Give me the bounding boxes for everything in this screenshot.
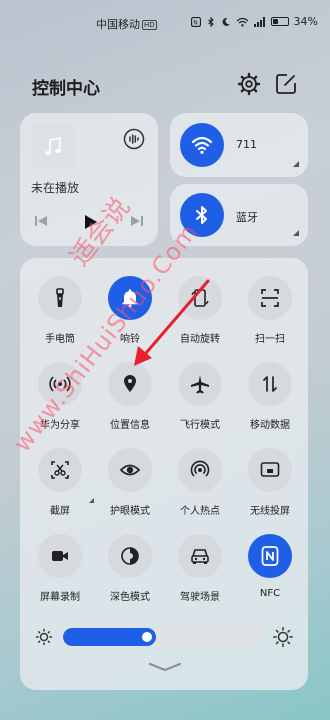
flashlight-icon xyxy=(56,288,64,307)
tile-toggle-button[interactable] xyxy=(38,276,82,320)
tile-toggle-button[interactable] xyxy=(108,448,152,492)
record-icon xyxy=(52,551,68,561)
tile-screenshot[interactable]: 截屏 xyxy=(22,448,94,518)
tile-toggle-button[interactable] xyxy=(38,534,82,578)
scan-icon xyxy=(261,289,279,307)
mobile-data-icon xyxy=(263,376,277,392)
wifi-network-name: 711 xyxy=(236,138,257,151)
hd-badge: HD xyxy=(142,20,157,30)
media-controls xyxy=(33,213,145,233)
tile-scan[interactable]: 扫一扫 xyxy=(232,276,302,346)
gear-icon[interactable] xyxy=(237,72,261,96)
nfc-icon: N xyxy=(190,16,201,27)
tile-label: 飞行模式 xyxy=(180,420,220,431)
brightness-slider[interactable] xyxy=(35,625,293,649)
media-card[interactable]: 未在播放 xyxy=(20,113,158,246)
bluetooth-expand-indicator[interactable] xyxy=(293,230,299,236)
hotspot-icon xyxy=(190,460,210,477)
carrier: 中国移动 HD xyxy=(96,16,157,32)
tile-toggle-button[interactable] xyxy=(38,448,82,492)
tile-label: 屏幕录制 xyxy=(40,592,80,603)
airplane-icon xyxy=(191,375,209,394)
location-icon xyxy=(124,375,136,392)
svg-text:N: N xyxy=(193,19,198,26)
next-icon[interactable] xyxy=(129,213,145,229)
previous-icon[interactable] xyxy=(33,213,49,229)
tile-hotspot[interactable]: 个人热点 xyxy=(162,448,232,518)
moon-icon xyxy=(222,17,230,26)
edit-icon[interactable] xyxy=(274,72,298,96)
wifi-expand-indicator[interactable] xyxy=(293,161,299,167)
tile-toggle-button[interactable] xyxy=(178,448,222,492)
tile-eye[interactable]: 护眼模式 xyxy=(92,448,162,518)
tile-toggle-button[interactable] xyxy=(38,362,82,406)
tile-mobile-data[interactable]: 移动数据 xyxy=(232,362,302,432)
tile-toggle-button[interactable] xyxy=(248,534,292,578)
wifi-tile[interactable]: 711 xyxy=(170,113,308,177)
tile-label: 华为分享 xyxy=(40,420,80,431)
tile-toggle-button[interactable] xyxy=(178,534,222,578)
collapse-handle-icon[interactable] xyxy=(148,662,182,672)
tile-label: 无线投屏 xyxy=(250,506,290,517)
tile-toggle-button[interactable] xyxy=(248,448,292,492)
tile-airplane[interactable]: 飞行模式 xyxy=(162,362,232,432)
brightness-high-icon xyxy=(273,627,293,647)
signal-icon xyxy=(253,16,265,27)
play-icon[interactable] xyxy=(81,213,99,231)
tile-label: 手电筒 xyxy=(45,334,75,345)
tile-toggle-button[interactable] xyxy=(108,362,152,406)
bluetooth-tile[interactable]: 蓝牙 xyxy=(170,184,308,246)
status-bar: 中国移动 HD N 34% xyxy=(0,0,330,42)
dark-mode-icon xyxy=(121,547,139,565)
tile-car[interactable]: 驾驶场景 xyxy=(162,534,232,604)
tile-toggle-button[interactable] xyxy=(248,276,292,320)
wifi-toggle[interactable] xyxy=(180,123,224,167)
wifi-icon xyxy=(191,136,213,154)
share-icon xyxy=(49,376,71,392)
tile-flashlight[interactable]: 手电筒 xyxy=(22,276,92,346)
audio-output-icon[interactable] xyxy=(122,127,146,151)
nfc-icon xyxy=(261,546,279,566)
screenshot-icon xyxy=(51,461,69,479)
tile-label: 位置信息 xyxy=(110,420,150,431)
tile-label: 深色模式 xyxy=(110,592,150,603)
tile-dark-mode[interactable]: 深色模式 xyxy=(92,534,162,604)
music-note-icon xyxy=(45,137,61,155)
bluetooth-icon xyxy=(196,206,207,224)
bluetooth-toggle[interactable] xyxy=(180,193,224,237)
tile-share[interactable]: 华为分享 xyxy=(22,362,92,432)
tile-label: 个人热点 xyxy=(180,506,220,517)
brightness-track[interactable] xyxy=(63,628,265,646)
status-icons: N 34% xyxy=(190,15,318,28)
battery-percent: 34% xyxy=(293,15,318,28)
album-art xyxy=(31,125,75,169)
tile-nfc[interactable]: NFC xyxy=(232,534,302,604)
tile-label: NFC xyxy=(259,588,281,599)
tile-location[interactable]: 位置信息 xyxy=(92,362,162,432)
cast-icon xyxy=(260,462,280,477)
carrier-name: 中国移动 xyxy=(96,18,140,31)
wifi-icon xyxy=(236,17,248,26)
bluetooth-label: 蓝牙 xyxy=(236,211,258,224)
tile-record[interactable]: 屏幕录制 xyxy=(22,534,92,604)
annotation-arrow-icon xyxy=(134,279,210,366)
tile-label: 移动数据 xyxy=(250,420,290,431)
tile-toggle-button[interactable] xyxy=(178,362,222,406)
tile-label: 截屏 xyxy=(50,506,70,517)
page-title: 控制中心 xyxy=(32,79,100,99)
battery-icon xyxy=(270,17,289,26)
tile-label: 护眼模式 xyxy=(110,506,150,517)
eye-icon xyxy=(119,464,141,476)
car-icon xyxy=(191,549,209,564)
tile-label: 扫一扫 xyxy=(255,334,285,345)
brightness-knob[interactable] xyxy=(141,632,152,642)
header: 控制中心 xyxy=(32,70,310,100)
media-status: 未在播放 xyxy=(31,181,80,195)
tile-toggle-button[interactable] xyxy=(248,362,292,406)
tile-label: 驾驶场景 xyxy=(180,592,220,603)
tile-toggle-button[interactable] xyxy=(108,534,152,578)
tile-cast[interactable]: 无线投屏 xyxy=(232,448,302,518)
brightness-low-icon xyxy=(35,628,53,646)
bluetooth-icon xyxy=(207,16,214,27)
